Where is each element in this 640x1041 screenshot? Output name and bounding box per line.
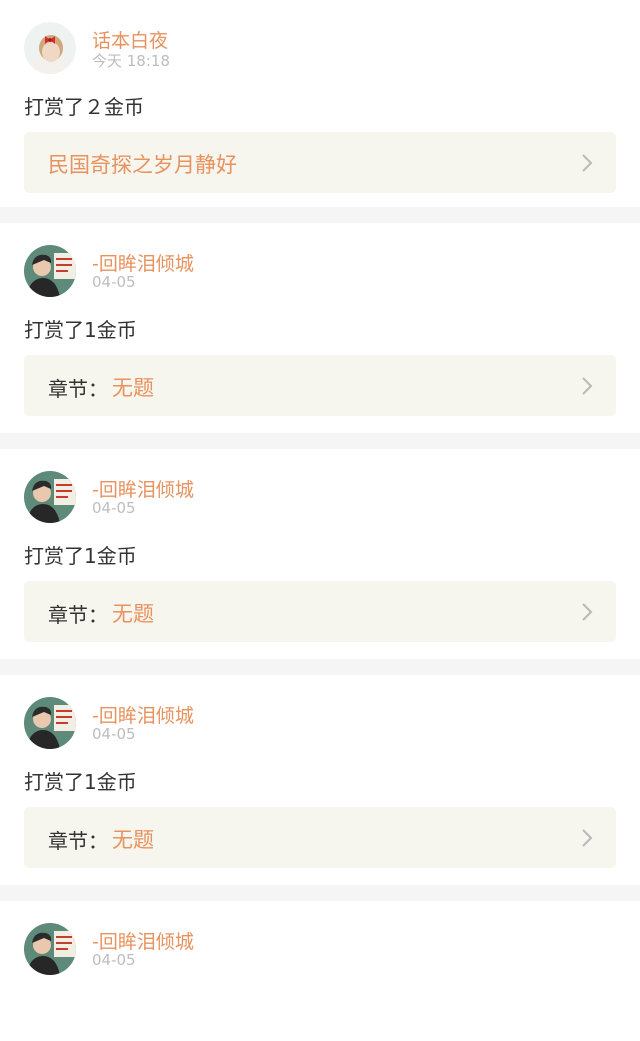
reward-item: 话本白夜 今天 18:18 打赏了２金币 民国奇探之岁月静好 (0, 0, 640, 223)
chapter-label: 章节： (48, 603, 108, 627)
chevron-right-icon (580, 827, 594, 849)
boy-avatar-icon (24, 923, 76, 975)
reward-feed: 话本白夜 今天 18:18 打赏了２金币 民国奇探之岁月静好 -回眸泪倾城 04… (0, 0, 640, 1041)
timestamp: 04-05 (92, 273, 136, 291)
username[interactable]: -回眸泪倾城 (92, 249, 194, 276)
chapter-link-card[interactable]: 章节： 无题 (24, 807, 616, 868)
reward-text: 打赏了1金币 (24, 318, 137, 342)
chapter-title: 无题 (112, 828, 154, 852)
user-avatar[interactable] (24, 245, 76, 297)
reward-item: -回眸泪倾城 04-05 打赏了1金币 章节： 无题 (0, 223, 640, 449)
chapter-label: 章节： (48, 829, 108, 853)
username[interactable]: -回眸泪倾城 (92, 701, 194, 728)
timestamp: 今天 18:18 (92, 52, 170, 70)
user-avatar[interactable] (24, 923, 76, 975)
chevron-right-icon (580, 601, 594, 623)
reward-text: 打赏了２金币 (24, 95, 144, 119)
user-avatar[interactable] (24, 22, 76, 74)
chapter-link-card[interactable]: 章节： 无题 (24, 355, 616, 416)
book-link-card[interactable]: 民国奇探之岁月静好 (24, 132, 616, 193)
timestamp: 04-05 (92, 499, 136, 517)
boy-avatar-icon (24, 471, 76, 523)
reward-item: -回眸泪倾城 04-05 打赏了1金币 章节： 无题 (0, 449, 640, 675)
reward-text: 打赏了1金币 (24, 544, 137, 568)
reward-item: -回眸泪倾城 04-05 (0, 901, 640, 1041)
chapter-title: 无题 (112, 602, 154, 626)
girl-avatar-icon (24, 22, 76, 74)
timestamp: 04-05 (92, 951, 136, 969)
chevron-right-icon (580, 152, 594, 174)
user-avatar[interactable] (24, 471, 76, 523)
chevron-right-icon (580, 375, 594, 397)
chapter-label: 章节： (48, 377, 108, 401)
chapter-title: 无题 (112, 376, 154, 400)
username[interactable]: -回眸泪倾城 (92, 475, 194, 502)
book-title: 民国奇探之岁月静好 (48, 153, 237, 177)
user-avatar[interactable] (24, 697, 76, 749)
boy-avatar-icon (24, 245, 76, 297)
chapter-link-card[interactable]: 章节： 无题 (24, 581, 616, 642)
reward-text: 打赏了1金币 (24, 770, 137, 794)
boy-avatar-icon (24, 697, 76, 749)
username[interactable]: -回眸泪倾城 (92, 927, 194, 954)
timestamp: 04-05 (92, 725, 136, 743)
reward-item: -回眸泪倾城 04-05 打赏了1金币 章节： 无题 (0, 675, 640, 901)
username[interactable]: 话本白夜 (92, 26, 168, 53)
